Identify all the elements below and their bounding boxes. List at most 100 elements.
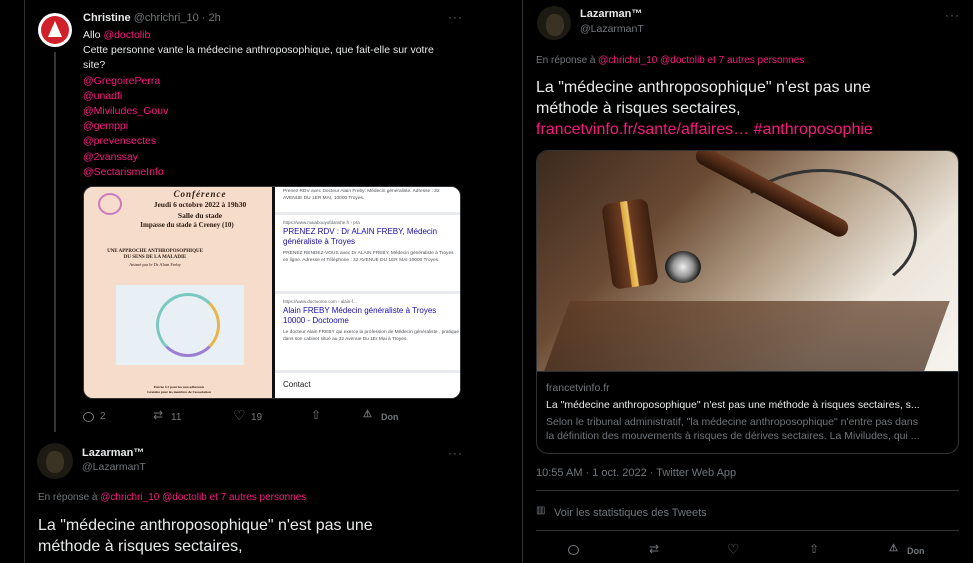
divider <box>275 291 460 294</box>
reply-count: 2 <box>100 411 106 422</box>
reply-others-link[interactable]: et 7 autres personnes <box>210 492 307 503</box>
result-desc: PRENEZ RENDEZ-VOUS avec Dr ALAIN FREBY, … <box>283 251 454 263</box>
divider <box>536 490 959 491</box>
reply-prefix: En réponse à <box>536 55 596 66</box>
conference-poster-image[interactable]: Conférence Jeudi 6 octobre 2022 à 19h30 … <box>84 187 272 398</box>
mention-link[interactable]: @unadfi <box>83 89 473 104</box>
mention-link[interactable]: @2vanssay <box>83 150 473 165</box>
tweet1-media[interactable]: Conférence Jeudi 6 octobre 2022 à 19h30 … <box>83 186 461 399</box>
author-name[interactable]: Lazarman™ <box>580 8 642 20</box>
reply-icon <box>83 411 94 422</box>
don-icon <box>889 543 901 557</box>
mention-link[interactable]: @GregoirePerra <box>83 74 473 89</box>
reply-others-link[interactable]: et 7 autres personnes <box>708 55 805 66</box>
like-count: 19 <box>251 411 263 423</box>
question-line1: Cette personne vante la médecine anthrop… <box>83 44 434 57</box>
mention-link[interactable]: @prevensectes <box>83 134 473 149</box>
result-desc: Le docteur Alain FREBY qui exerce la pro… <box>283 330 459 342</box>
reply-prefix: En réponse à <box>38 492 98 503</box>
card-description: Selon le tribunal administratif, "la méd… <box>546 415 951 443</box>
mention-doctolib[interactable]: @doctolib <box>103 29 150 41</box>
reply-context: En réponse à @chrichri_10 @doctolib et 7… <box>38 492 306 503</box>
tweet-text: La "médecine anthroposophique" n'est pas… <box>536 77 873 140</box>
greeting: Allo <box>83 29 101 41</box>
tweet-text-line1: La "médecine anthroposophique" n'est pas… <box>536 79 871 96</box>
don-label: Don <box>907 546 925 556</box>
poster-footer2: Gratuite pour les membres de l'associati… <box>147 390 211 394</box>
reply-button[interactable] <box>568 545 579 555</box>
don-button[interactable]: Don <box>889 543 925 557</box>
image-board <box>544 301 950 371</box>
tweet1-text: Allo @doctolib Cette personne vante la m… <box>83 28 473 180</box>
tweet1-time[interactable]: · 2h <box>202 12 221 24</box>
result-title[interactable]: Alain FREBY Médecin généraliste à Troyes… <box>283 306 459 326</box>
article-link[interactable]: francetvinfo.fr/sante/affaires… <box>536 121 749 138</box>
like-button[interactable]: 19 <box>233 407 263 424</box>
more-options-icon[interactable]: ··· <box>448 10 463 24</box>
tweet-meta[interactable]: 10:55 AM · 1 oct. 2022 · Twitter Web App <box>536 467 736 479</box>
avatar-christine[interactable] <box>38 13 72 47</box>
share-button[interactable] <box>808 542 820 557</box>
image-gavel-head <box>601 198 659 290</box>
like-button[interactable] <box>727 541 740 558</box>
heart-icon <box>233 407 246 424</box>
retweet-icon <box>649 542 661 557</box>
retweet-button[interactable]: 11 <box>153 408 182 423</box>
don-button[interactable]: Don <box>363 409 399 423</box>
card-desc-line2: la définition des mouvements à risques d… <box>546 430 920 442</box>
question-line2: site? <box>83 59 106 72</box>
reply-icon <box>568 545 579 555</box>
divider <box>275 212 460 215</box>
mention-link[interactable]: @Miviludes_Gouv <box>83 104 473 119</box>
tweet2-handle[interactable]: @LazarmanT <box>82 461 146 473</box>
search-result-2[interactable]: https://www.doctoome.com › alain-f... Al… <box>283 299 459 343</box>
reply-button[interactable]: 2 <box>83 411 106 422</box>
contact-label: Contact <box>283 380 311 389</box>
thread-line <box>54 52 56 432</box>
result-url: https://www.maiabouyofdanshe.fr › pra <box>283 220 360 225</box>
avatar-face <box>546 14 564 36</box>
poster-topic1: UNE APPROCHE ANTHROPOSOPHIQUE <box>107 249 203 254</box>
result-url: https://www.doctoome.com › alain-f... <box>283 299 357 304</box>
divider <box>536 530 959 531</box>
tweet2-text-line2: méthode à risques sectaires, <box>38 538 243 555</box>
retweet-button[interactable] <box>649 542 661 557</box>
more-options-icon[interactable]: ··· <box>945 8 960 22</box>
link-preview-card[interactable]: francetvinfo.fr La "médecine anthroposop… <box>536 150 959 454</box>
avatar-face <box>46 451 64 473</box>
search-result-1[interactable]: https://www.maiabouyofdanshe.fr › pra PR… <box>283 220 459 264</box>
illustration-ring <box>156 293 220 357</box>
hashtag-link[interactable]: #anthroposophie <box>754 121 873 138</box>
tweet-text-line2: méthode à risques sectaires, <box>536 100 741 117</box>
avatar-lazarman[interactable] <box>537 6 571 40</box>
poster-footer1: Entrée 6 € pour les non adhérents <box>153 385 205 389</box>
retweet-count: 11 <box>171 411 182 423</box>
poster-address: Impasse du stade à Creney (10) <box>140 221 234 229</box>
tweet1-handle[interactable]: @chrichri_10 <box>134 12 199 24</box>
reply-mentions[interactable]: @chrichri_10 @doctolib <box>100 492 206 503</box>
tweet2-text: La "médecine anthroposophique" n'est pas… <box>38 515 373 557</box>
avatar-lazarman[interactable] <box>37 443 73 479</box>
stats-label: Voir les statistiques des Tweets <box>554 507 707 519</box>
heart-icon <box>727 541 740 558</box>
avatar-symbol <box>48 21 62 37</box>
search-results-image[interactable]: Prenez RDV avec Docteur Alain Freby: Méd… <box>272 187 460 398</box>
card-title: La "médecine anthroposophique" n'est pas… <box>546 399 920 411</box>
card-body: francetvinfo.fr La "médecine anthroposop… <box>546 382 951 443</box>
retweet-icon <box>153 408 165 423</box>
tweet1-author-name[interactable]: Christine <box>83 12 131 24</box>
author-handle[interactable]: @LazarmanT <box>580 23 644 35</box>
more-options-icon[interactable]: ··· <box>448 446 463 460</box>
mention-link[interactable]: @gemppi <box>83 119 473 134</box>
share-button[interactable] <box>310 408 322 423</box>
right-tweet-panel: Lazarman™ @LazarmanT ··· En réponse à @c… <box>522 0 973 563</box>
association-logo-icon <box>98 193 122 215</box>
mention-link[interactable]: @SectarismeInfo <box>83 165 473 180</box>
poster-illustration <box>116 285 244 365</box>
tweet2-author-name[interactable]: Lazarman™ <box>82 447 144 459</box>
reply-context: En réponse à @chrichri_10 @doctolib et 7… <box>536 55 804 66</box>
reply-mentions[interactable]: @chrichri_10 @doctolib <box>598 55 704 66</box>
result-title[interactable]: PRENEZ RDV : Dr ALAIN FREBY, Médecin gén… <box>283 227 459 247</box>
tweet-stats-link[interactable]: Voir les statistiques des Tweets <box>536 505 707 519</box>
poster-topic2: DU SENS DE LA MALADIE <box>123 255 187 260</box>
